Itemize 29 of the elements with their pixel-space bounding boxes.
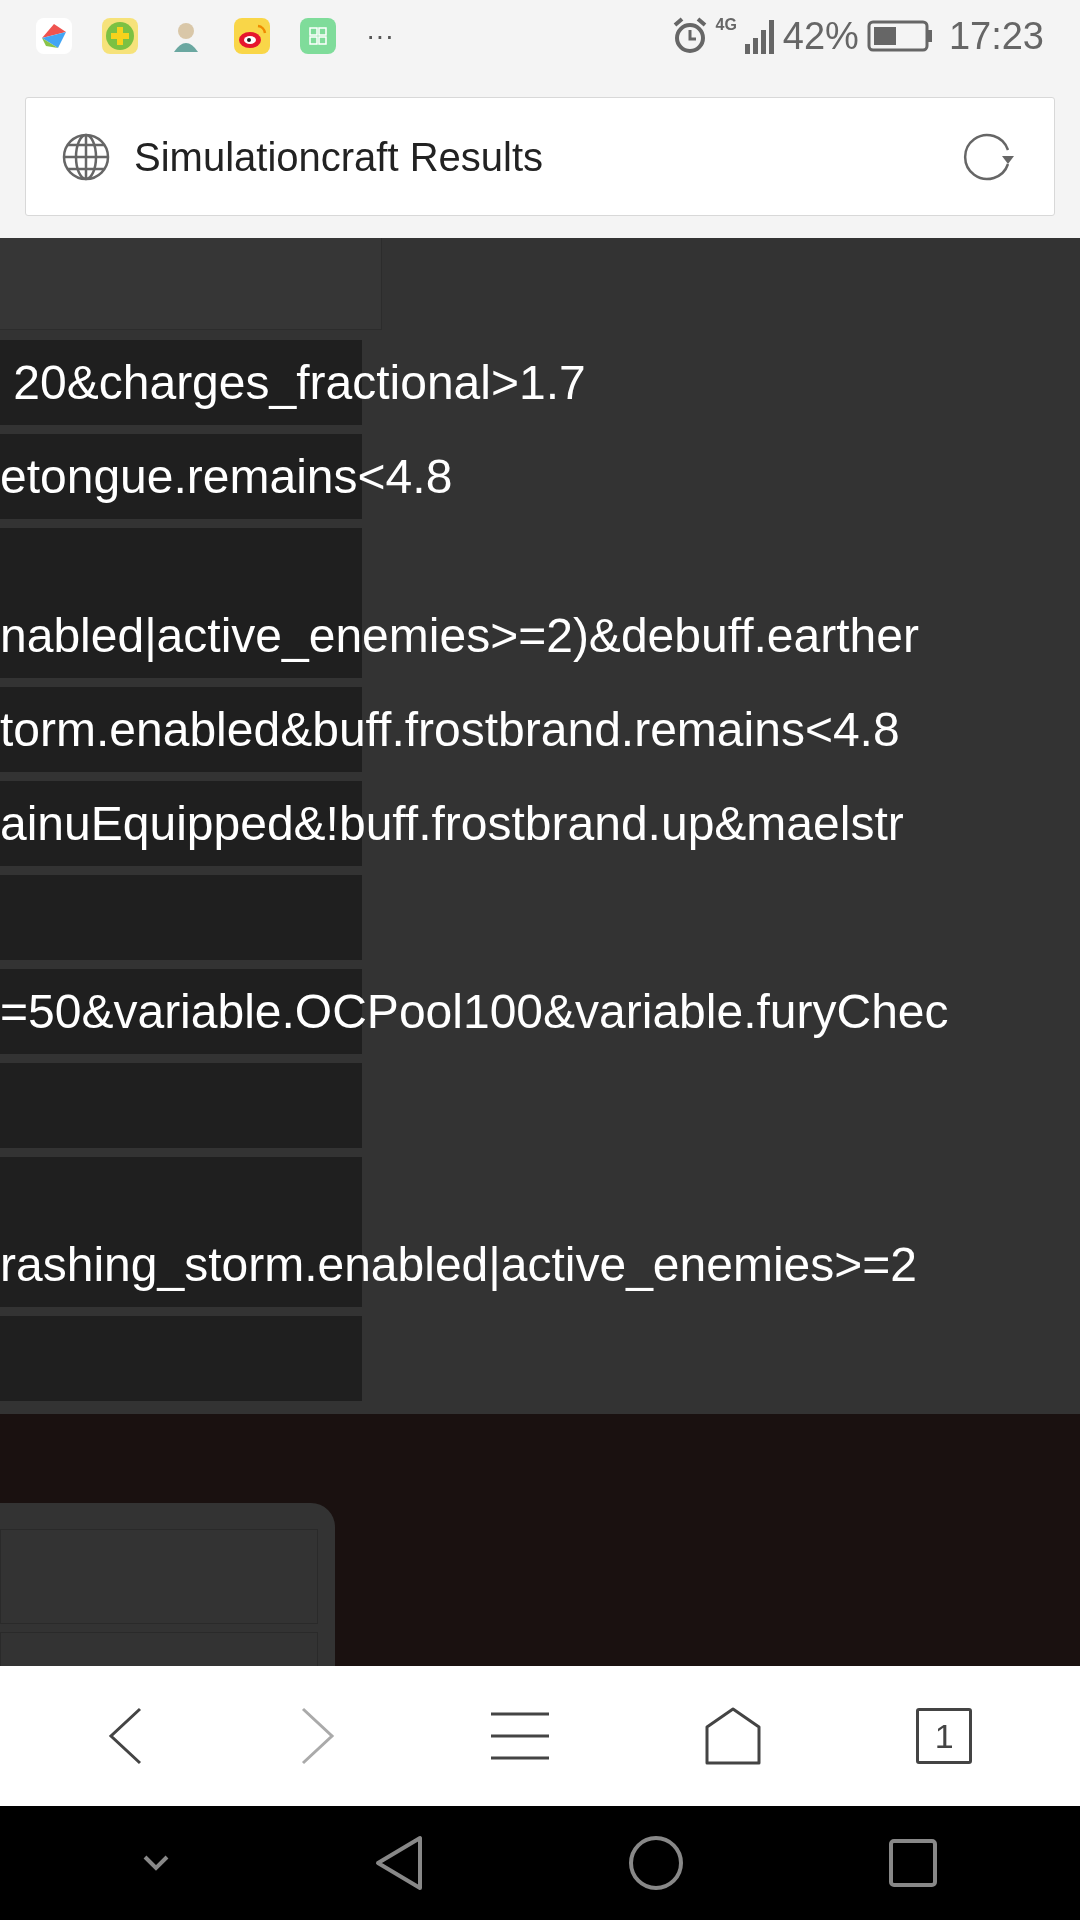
app-icon (102, 18, 138, 54)
code-text: 20&charges_fractional>1.7 (12, 355, 586, 411)
code-text: etongue.remains<4.8 (0, 449, 453, 505)
battery-percent: 42% (782, 17, 859, 55)
home-icon[interactable] (704, 1707, 761, 1765)
globe-icon (62, 132, 110, 181)
tabs-button[interactable]: 1 (916, 1708, 973, 1764)
back-triangle-icon[interactable] (374, 1835, 424, 1891)
code-text: =50&variable.OCPool100&variable.furyChec (0, 984, 949, 1040)
code-text: rashing_storm.enabled|active_enemies>=2 (0, 1237, 918, 1293)
back-icon[interactable] (107, 1706, 144, 1766)
menu-icon[interactable] (491, 1712, 549, 1760)
address-bar[interactable]: Simulationcraft Results (25, 97, 1055, 216)
signal-icon (744, 18, 775, 54)
battery-icon (866, 20, 933, 52)
code-text: torm.enabled&buff.frostbrand.remains<4.8 (0, 702, 900, 758)
app-icon (36, 18, 72, 54)
home-circle-icon[interactable] (628, 1835, 684, 1891)
app-icon (234, 18, 270, 54)
clock-time: 17:23 (948, 17, 1044, 55)
code-text: ainuEquipped&!buff.frostbrand.up&maelstr (0, 796, 904, 852)
page-title: Simulationcraft Results (134, 133, 545, 181)
network-type: 4G (715, 15, 737, 35)
recents-square-icon[interactable] (888, 1838, 938, 1888)
alarm-icon (671, 17, 708, 55)
code-text: nabled|active_enemies>=2)&debuff.earther (0, 608, 919, 664)
app-icon (300, 18, 336, 54)
more-notifications: ··· (366, 22, 394, 50)
chevron-down-icon[interactable] (142, 1854, 170, 1872)
